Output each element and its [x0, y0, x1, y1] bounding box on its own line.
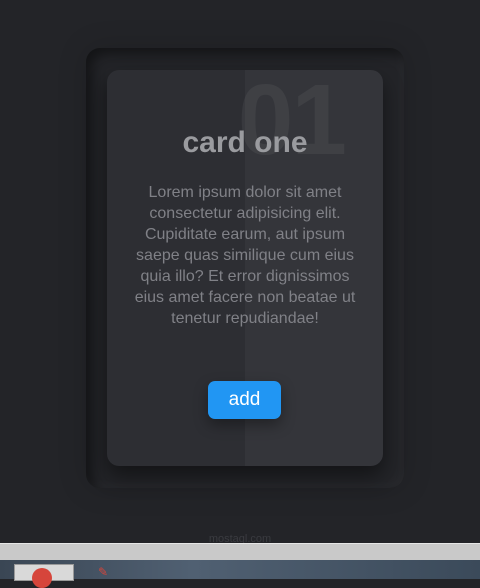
record-icon	[32, 568, 52, 588]
card-body-text: Lorem ipsum dolor sit amet consectetur a…	[134, 184, 356, 327]
card-title: card one	[182, 126, 308, 159]
card: 01 card one Lorem ipsum dolor sit amet c…	[107, 70, 383, 466]
taskbar-thumbnail[interactable]	[14, 564, 74, 588]
taskbar: ✎	[0, 543, 480, 588]
pencil-icon[interactable]: ✎	[98, 566, 110, 578]
add-button[interactable]: add	[208, 381, 281, 419]
